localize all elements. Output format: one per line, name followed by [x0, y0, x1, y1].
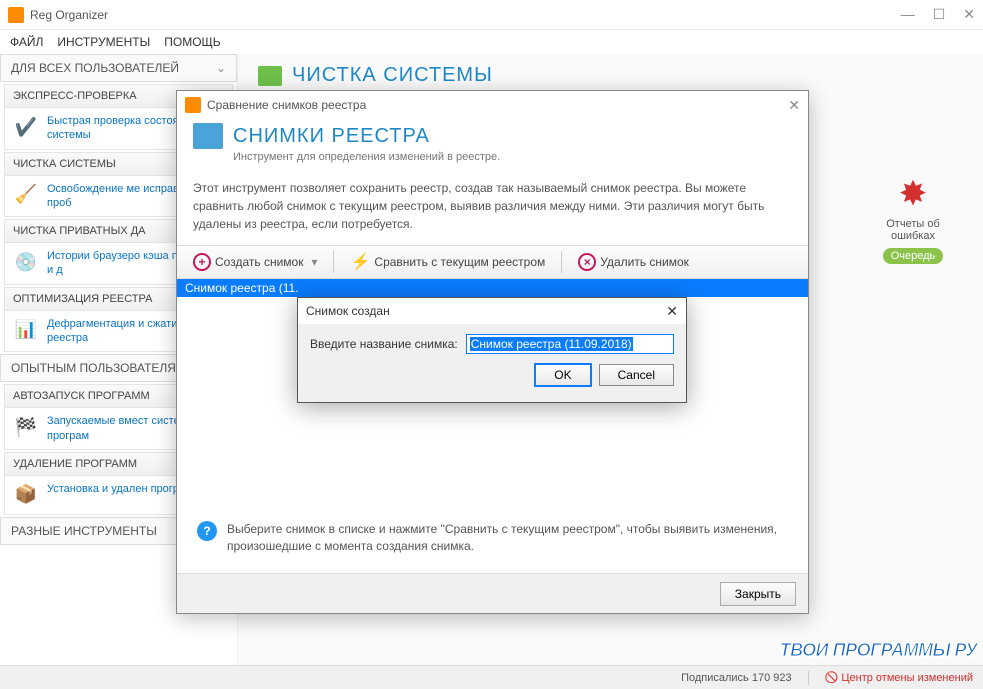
broom-icon: 🧹	[13, 182, 39, 208]
chevron-down-icon: ⌄	[216, 61, 226, 75]
close-button[interactable]: ✕	[963, 6, 975, 23]
menu-help[interactable]: ПОМОЩЬ	[164, 35, 220, 49]
close-icon[interactable]: ✕	[666, 303, 678, 320]
dialog-heading: СНИМКИ РЕЕСТРА	[233, 125, 430, 148]
snapshot-name-input[interactable]: Снимок реестра (11.09.2018)	[466, 334, 674, 354]
dialog-description: Этот инструмент позволяет сохранить реес…	[177, 175, 808, 245]
app-title: Reg Organizer	[30, 8, 901, 22]
dialog2-titlebar[interactable]: Снимок создан ✕	[298, 298, 686, 324]
close-icon[interactable]: ✕	[788, 97, 800, 114]
minimize-button[interactable]: —	[901, 6, 915, 23]
name-snapshot-dialog: Снимок создан ✕ Введите название снимка:…	[297, 297, 687, 403]
check-icon: ✔️	[13, 114, 39, 140]
menu-file[interactable]: ФАЙЛ	[10, 35, 43, 49]
defrag-icon: 📊	[13, 317, 39, 343]
sidebar-header-all-users[interactable]: ДЛЯ ВСЕХ ПОЛЬЗОВАТЕЛЕЙ ⌄	[0, 54, 237, 82]
alert-icon: ✸	[873, 174, 953, 214]
x-icon: ×	[578, 253, 596, 271]
compare-button[interactable]: ⚡ Сравнить с текущим реестром	[344, 249, 551, 275]
disc-icon: 💿	[13, 249, 39, 275]
box-icon: 📦	[13, 482, 39, 508]
dialog-toolbar: + Создать снимок ▾ ⚡ Сравнить с текущим …	[177, 245, 808, 279]
camera-icon	[193, 123, 223, 149]
snapshot-list[interactable]: Снимок реестра (11.	[177, 279, 808, 299]
page-title: ЧИСТКА СИСТЕМЫ	[258, 64, 963, 87]
queue-badge[interactable]: Очередь	[883, 248, 944, 264]
subscribers-count: Подписались 170 923	[681, 672, 792, 684]
dialog-titlebar[interactable]: Сравнение снимков реестра ✕	[177, 91, 808, 119]
dialog-subtitle: Инструмент для определения изменений в р…	[233, 151, 792, 163]
name-label: Введите название снимка:	[310, 337, 458, 351]
flag-icon: 🏁	[13, 414, 39, 440]
plus-icon: +	[193, 253, 211, 271]
snapshot-row-selected[interactable]: Снимок реестра (11.	[177, 279, 808, 297]
info-icon: ?	[197, 521, 217, 541]
bolt-icon: ⚡	[350, 252, 370, 272]
titlebar: Reg Organizer — ☐ ✕	[0, 0, 983, 30]
dialog-hint: ? Выберите снимок в списке и нажмите "Ср…	[189, 513, 796, 563]
menubar: ФАЙЛ ИНСТРУМЕНТЫ ПОМОЩЬ	[0, 30, 983, 54]
app-icon	[8, 7, 24, 23]
clean-icon	[258, 66, 282, 86]
maximize-button[interactable]: ☐	[933, 6, 946, 23]
menu-tools[interactable]: ИНСТРУМЕНТЫ	[57, 35, 150, 49]
close-dialog-button[interactable]: Закрыть	[720, 582, 796, 606]
ok-button[interactable]: OK	[535, 364, 590, 386]
cancel-button[interactable]: Cancel	[599, 364, 674, 386]
create-snapshot-button[interactable]: + Создать снимок ▾	[187, 250, 323, 274]
error-reports-panel[interactable]: ✸ Отчеты об ошибках Очередь	[873, 174, 953, 264]
app-icon	[185, 97, 201, 113]
undo-center[interactable]: 🚫 Центр отмены изменений	[825, 671, 973, 684]
statusbar: Подписались 170 923 🚫 Центр отмены измен…	[0, 665, 983, 689]
dropdown-arrow-icon: ▾	[311, 255, 317, 269]
delete-snapshot-button[interactable]: × Удалить снимок	[572, 250, 695, 274]
